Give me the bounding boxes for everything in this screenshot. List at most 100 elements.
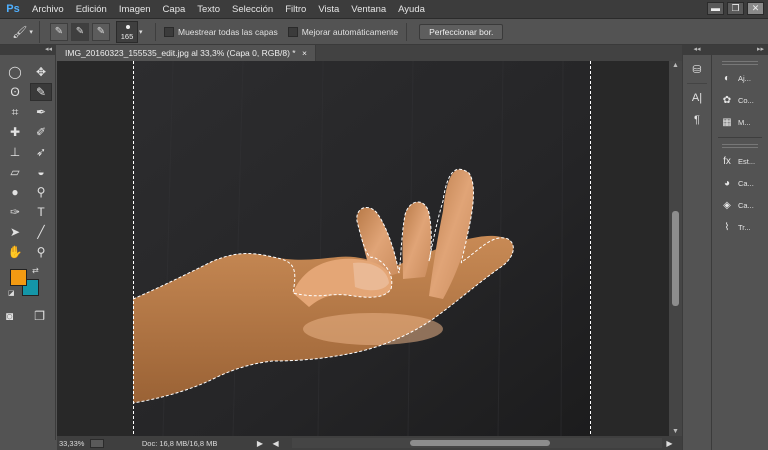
layers-panel-button[interactable]: ◈ Ca... [712,194,768,216]
adjustments-label: Aj... [738,73,751,83]
paths-label: Tr... [738,222,751,232]
marquee-tool-icon[interactable]: ◯ [4,63,26,81]
eraser-tool-icon[interactable]: ▱ [4,163,26,181]
menu-texto[interactable]: Texto [191,0,226,19]
hand-tool-icon[interactable]: ✋ [4,243,26,261]
menu-bar: Ps Archivo Edición Imagen Capa Texto Sel… [0,0,768,19]
color-panel-button[interactable]: ✿ Co... [712,89,768,111]
document-tab[interactable]: IMG_20160323_155535_edit.jpg al 33,3% (C… [57,45,316,61]
swatches-label: M... [738,117,751,127]
minimize-button[interactable]: ▬ [707,2,724,15]
brush-tool-icon[interactable]: ✐ [30,123,52,141]
close-button[interactable]: ✕ [747,2,764,15]
scroll-right-icon[interactable]: ▶ [666,439,682,448]
horizontal-scrollbar[interactable] [292,438,663,448]
canvas-area[interactable] [57,61,669,436]
menu-archivo[interactable]: Archivo [26,0,70,19]
document-image[interactable] [133,61,591,436]
color-swatches: ⇄ ◪ [6,266,54,303]
eyedropper-tool-icon[interactable]: ✒ [30,103,52,121]
divider [155,22,156,41]
layers-label: Ca... [738,200,754,210]
swatches-panel-button[interactable]: ▦ M... [712,111,768,133]
line-tool-icon[interactable]: ╱ [30,223,52,241]
sample-all-layers-label: Muestrear todas las capas [178,26,278,37]
tools-collapse-header[interactable]: ◂◂ [0,45,56,55]
panel-grip[interactable] [722,144,758,148]
document-size: Doc: 16,8 MB/16,8 MB [141,438,218,448]
crop-tool-icon[interactable]: ⌗ [4,103,26,121]
paragraph-panel-icon[interactable]: ¶ [687,112,707,128]
screen-mode-icon[interactable]: ❐ [34,309,45,323]
divider [718,137,762,138]
type-tool-icon[interactable]: T [30,203,52,221]
dodge-tool-icon[interactable]: ⚲ [30,183,52,201]
history-brush-tool-icon[interactable]: ➶ [30,143,52,161]
mini-panel-collapse-header[interactable]: ◂◂ [682,45,712,55]
document-tab-title: IMG_20160323_155535_edit.jpg al 33,3% (C… [65,48,296,58]
menu-ayuda[interactable]: Ayuda [392,0,431,19]
menu-edicion[interactable]: Edición [70,0,113,19]
foreground-color-swatch[interactable] [10,269,27,286]
paint-bucket-tool-icon[interactable]: ◒ [30,163,52,181]
quick-mask-icon[interactable]: ◙ [6,309,13,323]
swatches-icon: ▦ [722,116,732,128]
menu-capa[interactable]: Capa [157,0,192,19]
auto-enhance-checkbox[interactable] [287,26,298,37]
status-menu-icon[interactable]: ▶ [257,439,273,448]
healing-brush-tool-icon[interactable]: ✚ [4,123,26,141]
color-icon: ✿ [722,94,732,106]
channels-label: Ca... [738,178,754,188]
right-panel-collapse-header[interactable]: ▸▸ [712,45,768,55]
close-tab-icon[interactable]: × [302,48,307,58]
swap-colors-icon[interactable]: ⇄ [32,266,39,275]
restore-button[interactable]: ❐ [727,2,744,15]
adjustments-panel-button[interactable]: ◐ Aj... [712,67,768,89]
default-colors-icon[interactable]: ◪ [8,289,15,297]
paths-panel-button[interactable]: ⌇ Tr... [712,216,768,238]
scroll-left-icon[interactable]: ◀ [272,439,288,448]
quick-selection-icon: 🖌 [12,24,28,39]
subtract-from-selection-icon[interactable]: ✎ [92,22,110,41]
menu-imagen[interactable]: Imagen [113,0,157,19]
history-panel-icon[interactable]: ⛁ [687,61,707,77]
lasso-tool-icon[interactable]: ʘ [4,83,26,101]
refine-edge-button[interactable]: Perfeccionar bor. [419,23,504,40]
zoom-tool-icon[interactable]: ⚲ [30,243,52,261]
menu-filtro[interactable]: Filtro [279,0,312,19]
tools-panel: ◯ ✥ ʘ ✎ ⌗ ✒ ✚ ✐ ⊥ ➶ ▱ ◒ ● ⚲ ✑ T ➤ ╱ ✋ ⚲ … [0,55,56,440]
menu-seleccion[interactable]: Selección [226,0,279,19]
adjustments-icon: ◐ [723,72,731,84]
scroll-up-icon[interactable]: ▲ [669,62,682,69]
path-selection-tool-icon[interactable]: ➤ [4,223,26,241]
tool-preset-picker[interactable]: 🖌 ▾ [6,20,40,43]
horizontal-scroll-thumb[interactable] [410,440,551,446]
brush-tip-icon [126,24,130,29]
vertical-scroll-thumb[interactable] [672,211,679,306]
move-tool-icon[interactable]: ✥ [30,63,52,81]
photoshop-logo[interactable]: Ps [0,0,26,19]
sample-all-layers-option[interactable]: Muestrear todas las capas [164,26,278,37]
brush-size-picker[interactable]: 165 [116,20,138,43]
pen-tool-icon[interactable]: ✑ [4,203,26,221]
styles-panel-button[interactable]: fx Est... [712,150,768,172]
character-panel-icon[interactable]: A| [687,90,707,106]
auto-enhance-option[interactable]: Mejorar automáticamente [287,26,398,37]
blur-tool-icon[interactable]: ● [4,183,26,201]
panel-grip[interactable] [722,61,758,65]
menu-vista[interactable]: Vista [312,0,345,19]
brush-dropdown-icon[interactable]: ▾ [139,28,147,36]
channels-panel-button[interactable]: ◕ Ca... [712,172,768,194]
clone-stamp-tool-icon[interactable]: ⊥ [4,143,26,161]
status-bar: 33,33% Doc: 16,8 MB/16,8 MB ▶ ◀ ▶ [57,436,682,450]
scroll-down-icon[interactable]: ▼ [669,428,682,435]
sample-all-layers-checkbox[interactable] [164,26,174,37]
collapsed-panels-strip: ⛁ A| ¶ [682,55,712,450]
styles-label: Est... [738,156,756,166]
new-selection-icon[interactable]: ✎ [50,22,68,41]
menu-ventana[interactable]: Ventana [345,0,392,19]
add-to-selection-icon[interactable]: ✎ [71,22,89,41]
vertical-scrollbar[interactable]: ▲ ▼ [669,61,682,436]
zoom-level[interactable]: 33,33% [57,439,90,448]
quick-selection-tool-icon[interactable]: ✎ [30,83,52,101]
